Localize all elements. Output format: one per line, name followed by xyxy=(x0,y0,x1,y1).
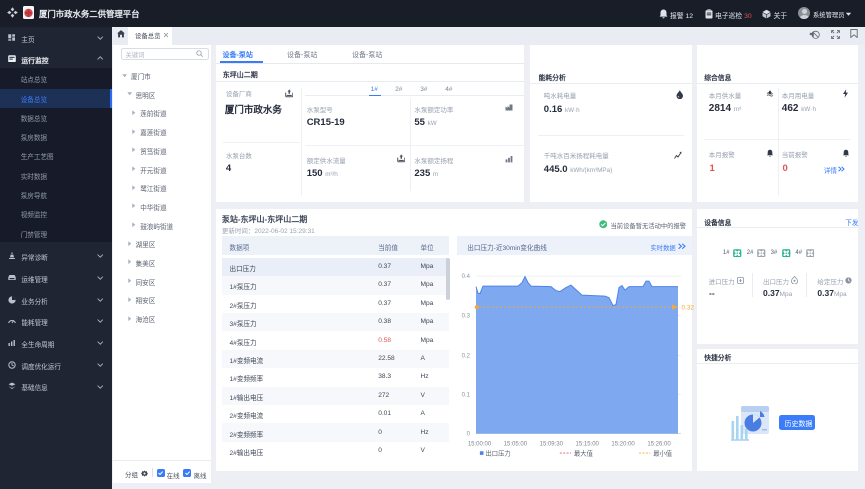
svg-text:最大值: 最大值 xyxy=(574,449,594,458)
svg-text:15:09:30: 15:09:30 xyxy=(540,442,564,448)
svg-text:0.3: 0.3 xyxy=(462,314,471,320)
svg-text:0.4: 0.4 xyxy=(462,274,471,280)
svg-text:15:20:00: 15:20:00 xyxy=(611,442,635,448)
svg-text:0.1: 0.1 xyxy=(462,393,471,399)
svg-text:15:00:00: 15:00:00 xyxy=(468,442,492,448)
svg-text:0: 0 xyxy=(467,432,471,438)
svg-text:15:05:00: 15:05:00 xyxy=(504,442,528,448)
svg-text:0.2: 0.2 xyxy=(462,354,471,360)
svg-text:0.32: 0.32 xyxy=(682,305,695,312)
svg-text:出口压力: 出口压力 xyxy=(486,449,511,458)
svg-text:15:15:00: 15:15:00 xyxy=(576,442,600,448)
svg-text:最小值: 最小值 xyxy=(653,449,673,458)
svg-text:15:26:00: 15:26:00 xyxy=(647,442,671,448)
